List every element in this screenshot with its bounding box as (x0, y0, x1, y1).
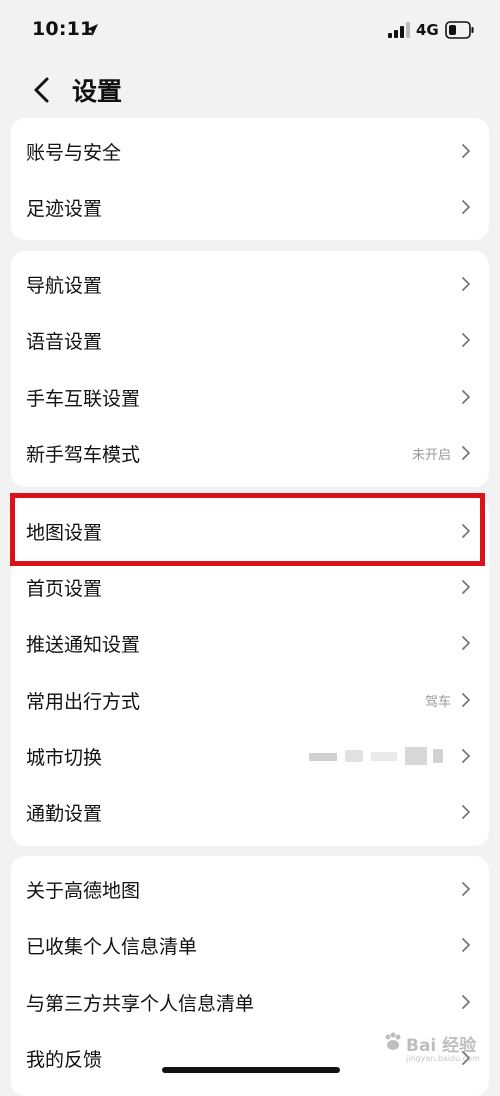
network-label: 4G (416, 21, 439, 39)
chevron-right-icon (462, 580, 470, 594)
settings-item-value: 驾车 (424, 694, 451, 710)
settings-item-phone-car-link[interactable]: 手车互联设置 (11, 369, 489, 425)
chevron-right-icon (462, 524, 470, 538)
chevron-right-icon (462, 749, 470, 763)
settings-item-navigation[interactable]: 导航设置 (11, 256, 489, 312)
settings-item-label: 足迹设置 (26, 197, 103, 220)
settings-item-third-party-info[interactable]: 与第三方共享个人信息清单 (11, 974, 489, 1030)
nav-bar: 设置 (0, 62, 500, 118)
blurred-city-value (309, 747, 443, 765)
settings-group-map: 地图设置 首页设置 推送通知设置 常用出行方式 驾车 城市切换 通勤设置 (11, 498, 489, 846)
chevron-right-icon (462, 636, 470, 650)
settings-item-city-switch[interactable]: 城市切换 (11, 728, 489, 784)
chevron-right-icon (462, 277, 470, 291)
settings-item-home-page[interactable]: 首页设置 (11, 559, 489, 615)
settings-item-label: 常用出行方式 (26, 690, 141, 713)
chevron-right-icon (462, 995, 470, 1009)
settings-item-label: 手车互联设置 (26, 387, 141, 410)
settings-group-navigation: 导航设置 语音设置 手车互联设置 新手驾车模式 未开启 (11, 251, 489, 487)
baidu-jingyan-watermark: Bai 经验 jingyan.baidu.com (382, 1028, 492, 1068)
chevron-right-icon (462, 200, 470, 214)
page-title: 设置 (72, 77, 123, 106)
home-indicator[interactable] (162, 1067, 340, 1073)
settings-item-voice[interactable]: 语音设置 (11, 312, 489, 368)
back-chevron-icon (34, 77, 49, 103)
settings-item-commute[interactable]: 通勤设置 (11, 784, 489, 840)
status-bar: 10:11 4G (0, 0, 500, 62)
settings-item-account-security[interactable]: 账号与安全 (11, 123, 489, 179)
settings-item-label: 语音设置 (26, 330, 103, 353)
location-arrow-icon (86, 24, 98, 36)
chevron-right-icon (462, 693, 470, 707)
settings-item-novice-driving[interactable]: 新手驾车模式 未开启 (11, 425, 489, 481)
chevron-right-icon (462, 390, 470, 404)
settings-item-label: 推送通知设置 (26, 633, 141, 656)
settings-item-footprint[interactable]: 足迹设置 (11, 179, 489, 235)
settings-item-label: 地图设置 (26, 521, 103, 544)
settings-item-label: 首页设置 (26, 577, 103, 600)
settings-item-collected-info[interactable]: 已收集个人信息清单 (11, 917, 489, 973)
settings-item-label: 城市切换 (26, 746, 103, 769)
chevron-right-icon (462, 882, 470, 896)
settings-item-push-notifications[interactable]: 推送通知设置 (11, 615, 489, 671)
settings-item-travel-mode[interactable]: 常用出行方式 驾车 (11, 672, 489, 728)
settings-item-label: 已收集个人信息清单 (26, 935, 198, 958)
watermark-url: jingyan.baidu.com (406, 1054, 480, 1063)
watermark-text: Bai 经验 (406, 1036, 477, 1056)
paw-logo-icon (385, 1032, 401, 1050)
chevron-right-icon (462, 333, 470, 347)
signal-icon (388, 22, 410, 38)
chevron-right-icon (462, 144, 470, 158)
settings-item-label: 与第三方共享个人信息清单 (26, 992, 255, 1015)
chevron-right-icon (462, 805, 470, 819)
settings-item-label: 导航设置 (26, 274, 103, 297)
battery-icon (445, 21, 474, 39)
settings-group-account: 账号与安全 足迹设置 (11, 118, 489, 240)
settings-item-label: 通勤设置 (26, 802, 103, 825)
settings-item-value: 未开启 (411, 447, 451, 463)
back-button[interactable] (24, 68, 60, 112)
chevron-right-icon (462, 446, 470, 460)
settings-item-label: 关于高德地图 (26, 879, 141, 902)
settings-item-map[interactable]: 地图设置 (11, 503, 489, 559)
settings-item-label: 我的反馈 (26, 1048, 103, 1071)
settings-item-label: 新手驾车模式 (26, 443, 141, 466)
chevron-right-icon (462, 938, 470, 952)
settings-item-label: 账号与安全 (26, 141, 122, 164)
settings-item-about[interactable]: 关于高德地图 (11, 861, 489, 917)
